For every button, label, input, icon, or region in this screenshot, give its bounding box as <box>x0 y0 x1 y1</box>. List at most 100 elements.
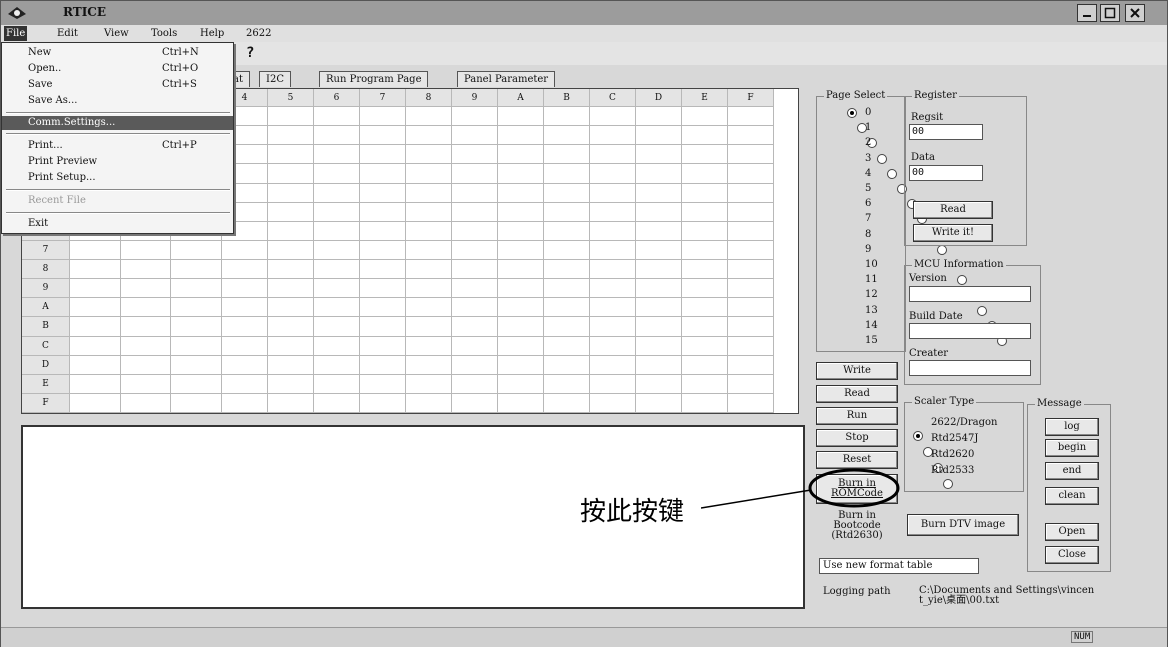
message-open-button[interactable]: Open <box>1045 523 1099 541</box>
menu-file[interactable]: File <box>4 26 28 41</box>
grid-cell[interactable] <box>590 221 636 241</box>
stop-button[interactable]: Stop <box>816 429 898 447</box>
tab-run-program-page[interactable]: Run Program Page <box>319 71 429 87</box>
grid-cell[interactable] <box>406 374 452 394</box>
grid-cell[interactable] <box>728 164 774 184</box>
grid-cell[interactable] <box>728 279 774 299</box>
grid-cell[interactable] <box>498 279 544 299</box>
menu-help[interactable]: Help <box>198 26 226 41</box>
grid-cell[interactable] <box>360 355 406 375</box>
grid-cell[interactable] <box>590 374 636 394</box>
grid-cell[interactable] <box>498 202 544 222</box>
grid-cell[interactable] <box>452 183 498 203</box>
grid-cell[interactable] <box>360 336 406 356</box>
grid-cell[interactable] <box>171 336 222 356</box>
grid-cell[interactable] <box>682 336 728 356</box>
grid-cell[interactable] <box>222 240 268 260</box>
menu-item-print-preview[interactable]: Print Preview <box>2 155 233 169</box>
grid-cell[interactable] <box>360 164 406 184</box>
grid-cell[interactable] <box>590 298 636 318</box>
grid-cell[interactable] <box>452 298 498 318</box>
grid-cell[interactable] <box>452 107 498 127</box>
grid-cell[interactable] <box>171 374 222 394</box>
grid-cell[interactable] <box>268 260 314 280</box>
grid-cell[interactable] <box>590 336 636 356</box>
register-data-input[interactable]: 00 <box>909 165 983 181</box>
grid-cell[interactable] <box>268 202 314 222</box>
grid-cell[interactable] <box>590 145 636 165</box>
grid-cell[interactable] <box>314 107 360 127</box>
grid-cell[interactable] <box>360 260 406 280</box>
grid-cell[interactable] <box>498 355 544 375</box>
menu-item-comm-settings[interactable]: Comm.Settings... <box>2 116 233 130</box>
grid-cell[interactable] <box>70 260 121 280</box>
grid-cell[interactable] <box>314 145 360 165</box>
grid-cell[interactable] <box>682 260 728 280</box>
grid-cell[interactable] <box>360 298 406 318</box>
grid-cell[interactable] <box>314 164 360 184</box>
grid-cell[interactable] <box>314 221 360 241</box>
menu-item-new[interactable]: New Ctrl+N <box>2 46 233 60</box>
grid-cell[interactable] <box>590 183 636 203</box>
grid-cell[interactable] <box>314 202 360 222</box>
grid-cell[interactable] <box>222 336 268 356</box>
grid-cell[interactable] <box>268 145 314 165</box>
grid-cell[interactable] <box>314 240 360 260</box>
grid-cell[interactable] <box>544 107 590 127</box>
grid-cell[interactable] <box>544 221 590 241</box>
grid-cell[interactable] <box>636 393 682 413</box>
menu-item-exit[interactable]: Exit <box>2 217 233 231</box>
burn-dtv-image-button[interactable]: Burn DTV image <box>907 514 1019 536</box>
register-address-input[interactable]: 00 <box>909 124 983 140</box>
grid-cell[interactable] <box>636 374 682 394</box>
grid-cell[interactable] <box>636 298 682 318</box>
grid-cell[interactable] <box>452 145 498 165</box>
grid-cell[interactable] <box>682 221 728 241</box>
grid-cell[interactable] <box>268 164 314 184</box>
use-new-format-table-checkbox[interactable]: Use new format table <box>819 558 979 574</box>
grid-cell[interactable] <box>452 355 498 375</box>
grid-cell[interactable] <box>682 202 728 222</box>
grid-cell[interactable] <box>314 298 360 318</box>
menu-item-print[interactable]: Print... Ctrl+P <box>2 139 233 153</box>
grid-cell[interactable] <box>682 183 728 203</box>
grid-cell[interactable] <box>498 221 544 241</box>
grid-cell[interactable] <box>544 317 590 337</box>
grid-cell[interactable] <box>636 355 682 375</box>
grid-cell[interactable] <box>728 240 774 260</box>
grid-cell[interactable] <box>544 374 590 394</box>
read-button[interactable]: Read <box>816 385 898 403</box>
grid-cell[interactable] <box>70 240 121 260</box>
grid-cell[interactable] <box>406 240 452 260</box>
grid-cell[interactable] <box>314 393 360 413</box>
grid-cell[interactable] <box>590 164 636 184</box>
grid-cell[interactable] <box>70 317 121 337</box>
grid-cell[interactable] <box>498 374 544 394</box>
burn-in-bootcode-button[interactable]: Burn in Bootcode (Rtd2630) <box>816 509 898 543</box>
grid-cell[interactable] <box>452 260 498 280</box>
grid-cell[interactable] <box>452 202 498 222</box>
grid-cell[interactable] <box>268 240 314 260</box>
grid-cell[interactable] <box>682 240 728 260</box>
grid-cell[interactable] <box>682 145 728 165</box>
grid-cell[interactable] <box>452 126 498 146</box>
write-button[interactable]: Write <box>816 362 898 380</box>
grid-cell[interactable] <box>171 240 222 260</box>
grid-cell[interactable] <box>120 260 172 280</box>
menu-2622[interactable]: 2622 <box>244 26 273 41</box>
grid-cell[interactable] <box>120 374 172 394</box>
grid-cell[interactable] <box>70 393 121 413</box>
grid-cell[interactable] <box>452 164 498 184</box>
grid-cell[interactable] <box>406 393 452 413</box>
grid-cell[interactable] <box>314 260 360 280</box>
register-write-button[interactable]: Write it! <box>913 224 993 242</box>
grid-cell[interactable] <box>544 240 590 260</box>
grid-cell[interactable] <box>360 221 406 241</box>
grid-cell[interactable] <box>171 355 222 375</box>
grid-cell[interactable] <box>452 317 498 337</box>
menu-tools[interactable]: Tools <box>149 26 179 41</box>
grid-cell[interactable] <box>406 336 452 356</box>
run-button[interactable]: Run <box>816 407 898 425</box>
grid-cell[interactable] <box>314 279 360 299</box>
grid-cell[interactable] <box>406 145 452 165</box>
